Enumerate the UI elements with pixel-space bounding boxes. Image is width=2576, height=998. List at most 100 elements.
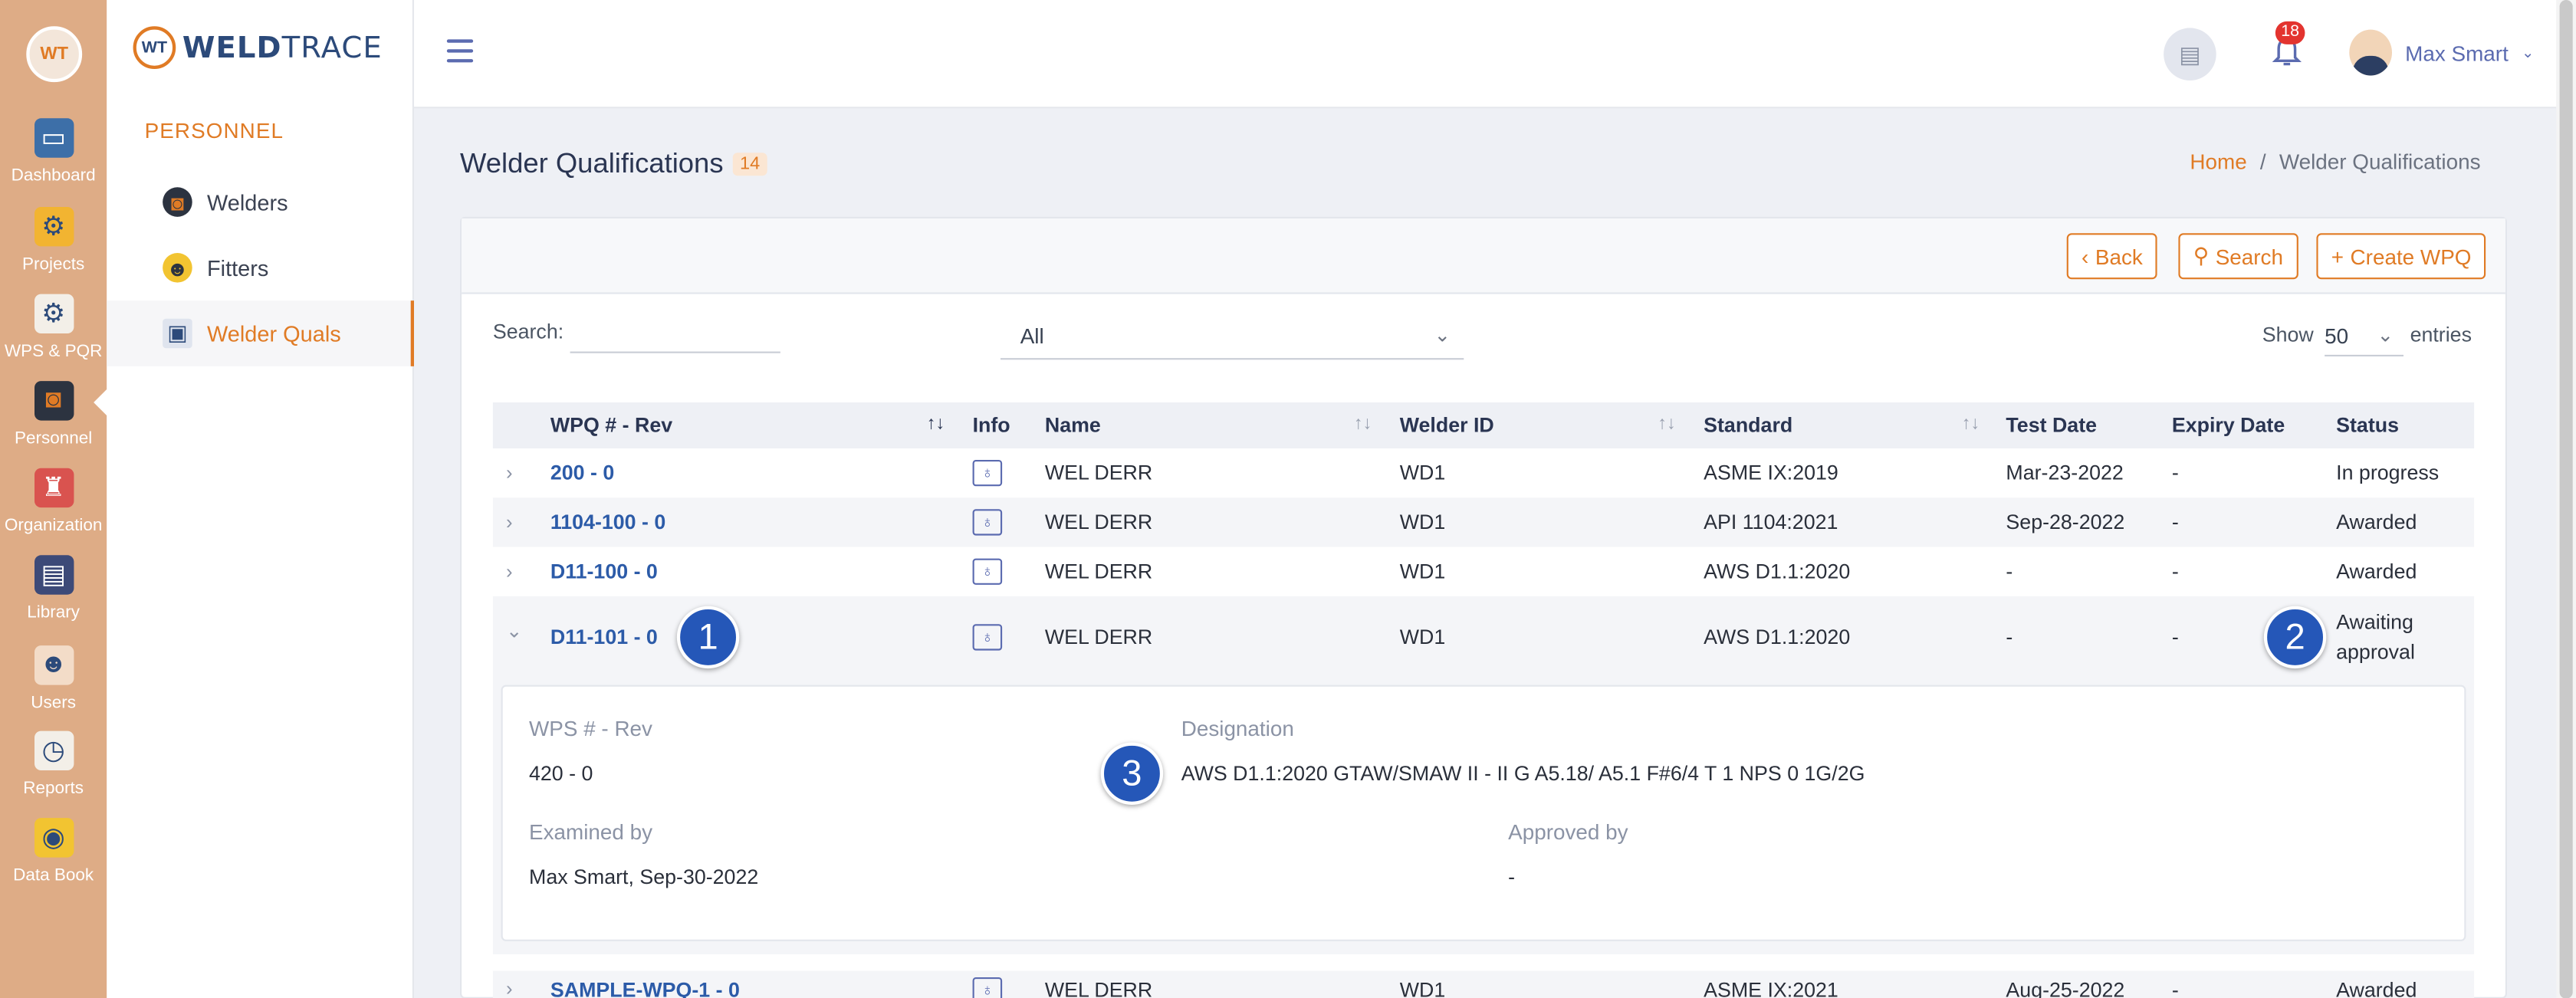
rail-item-label: Organization <box>4 515 103 536</box>
bell-icon[interactable]: 18 <box>2272 21 2305 77</box>
brand-mark: WT <box>133 26 176 69</box>
rail-item-reports[interactable]: ◷ Reports <box>0 730 107 813</box>
app-logo[interactable]: WT <box>26 26 83 83</box>
rail-item-label: Users <box>31 693 77 713</box>
create-wpq-button[interactable]: + Create WPQ <box>2316 233 2486 280</box>
user-name: Max Smart <box>2405 40 2509 65</box>
wpq-link[interactable]: 1104-100 - 0 <box>550 510 665 533</box>
welder-name: WEL DERR <box>1044 510 1153 534</box>
status-filter-select[interactable]: All ⌄ <box>1001 314 1464 360</box>
rail-item-personnel[interactable]: ◙ Personnel <box>0 381 107 463</box>
book-icon[interactable]: ▤ <box>2164 28 2216 80</box>
test-date: - <box>2006 560 2013 583</box>
breadcrumb-separator: / <box>2259 149 2266 175</box>
breadcrumb-current: Welder Qualifications <box>2279 149 2481 175</box>
status-line-1: Awaiting <box>2336 611 2413 635</box>
chevron-down-icon: ⌄ <box>1434 323 1451 347</box>
nav-item-label: Fitters <box>207 255 269 281</box>
welder-id: WD1 <box>1399 979 1446 998</box>
rail-item-wps-pqr[interactable]: ⚙ WPS & PQR <box>0 294 107 376</box>
table-row[interactable]: › 200 - 0 ♁ WEL DERR WD1 ASME IX:2019 Ma… <box>493 448 2474 497</box>
test-date: - <box>2006 625 2013 649</box>
expiry-date: - <box>2171 510 2179 534</box>
menu-toggle-icon[interactable] <box>446 39 474 63</box>
welder-name: WEL DERR <box>1044 461 1153 485</box>
nav-item-label: Welder Quals <box>207 320 341 346</box>
nav-item-label: Welders <box>207 189 288 215</box>
sort-icon[interactable]: ↑↓ <box>1354 414 1372 434</box>
icon-rail: WT ▭ Dashboard ⚙ Projects ⚙ WPS & PQR ◙ … <box>0 0 109 998</box>
chevron-right-icon[interactable]: › <box>506 977 513 998</box>
rail-item-library[interactable]: ▤ Library <box>0 555 107 637</box>
page-title: Welder Qualifications 14 <box>460 148 767 181</box>
rail-item-projects[interactable]: ⚙ Projects <box>0 207 107 289</box>
brand-weld: WELD <box>182 30 282 65</box>
col-welder-id[interactable]: Welder ID <box>1400 414 1494 437</box>
welder-name: WEL DERR <box>1044 979 1153 998</box>
nav-item-welder-quals[interactable]: ▣ Welder Quals <box>107 300 414 366</box>
section-title: PERSONNEL <box>144 118 284 143</box>
sort-asc-icon[interactable]: ↑↓ <box>927 414 945 434</box>
welder-icon: ◙ <box>163 187 192 217</box>
brand-logo[interactable]: WT WELD TRACE <box>133 26 383 69</box>
back-button[interactable]: ‹ Back <box>2066 233 2158 280</box>
annotation-marker-1: 1 <box>676 606 740 669</box>
chevron-right-icon[interactable]: › <box>506 560 513 583</box>
expiry-date: - <box>2171 625 2179 649</box>
approved-label: Approved by <box>1508 819 1628 845</box>
info-icon[interactable]: ♁ <box>972 509 1003 536</box>
status: Awarded <box>2336 979 2417 998</box>
page-size-select[interactable]: 50 ⌄ <box>2325 314 2404 356</box>
rail-item-dashboard[interactable]: ▭ Dashboard <box>0 118 107 200</box>
nav-item-fitters[interactable]: ☻ Fitters <box>107 235 414 300</box>
table-row[interactable]: › SAMPLE-WPQ-1 - 0 ♁ WEL DERR WD1 ASME I… <box>492 970 2475 998</box>
chevron-down-icon: ⌄ <box>2521 43 2535 61</box>
col-wpq[interactable]: WPQ # - Rev <box>550 414 672 437</box>
table-row[interactable]: › 1104-100 - 0 ♁ WEL DERR WD1 API 1104:2… <box>492 497 2475 547</box>
rail-item-data-book[interactable]: ◉ Data Book <box>0 818 107 900</box>
secondary-nav: WT WELD TRACE PERSONNEL ◙ Welders ☻ Fitt… <box>107 0 414 998</box>
rail-item-label: Data Book <box>13 865 94 885</box>
info-icon[interactable]: ♁ <box>972 977 1003 998</box>
rail-item-users[interactable]: ☻ Users <box>0 645 107 727</box>
col-expiry-date[interactable]: Expiry Date <box>2172 414 2285 437</box>
col-standard[interactable]: Standard <box>1704 414 1792 437</box>
col-name[interactable]: Name <box>1045 414 1101 437</box>
sort-icon[interactable]: ↑↓ <box>1658 414 1676 434</box>
search-input[interactable] <box>570 317 780 353</box>
folder-gear-icon: ⚙ <box>33 207 74 247</box>
rail-item-organization[interactable]: ♜ Organization <box>0 468 107 550</box>
wpq-link[interactable]: D11-101 - 0 <box>550 625 658 648</box>
info-icon[interactable]: ♁ <box>972 460 1003 487</box>
chevron-right-icon[interactable]: › <box>506 510 513 533</box>
report-clock-icon: ◷ <box>33 730 74 770</box>
breadcrumb-home[interactable]: Home <box>2190 149 2246 174</box>
chevron-down-icon[interactable]: ⌄ <box>506 619 523 642</box>
chevron-right-icon[interactable]: › <box>506 461 513 484</box>
search-button[interactable]: ⚲ Search <box>2178 233 2298 280</box>
standard: AWS D1.1:2020 <box>1704 560 1851 583</box>
approved-value: - <box>1508 865 1516 889</box>
record-count-badge: 14 <box>733 153 767 176</box>
col-status[interactable]: Status <box>2336 414 2399 437</box>
standard: API 1104:2021 <box>1704 510 1838 534</box>
wpq-link[interactable]: D11-100 - 0 <box>550 560 658 583</box>
rail-item-label: Dashboard <box>11 166 96 186</box>
wpq-link[interactable]: SAMPLE-WPQ-1 - 0 <box>550 979 740 998</box>
test-date: Mar-23-2022 <box>2006 461 2124 485</box>
status: Awarded <box>2336 560 2417 583</box>
data-book-icon: ◉ <box>33 818 74 858</box>
info-icon[interactable]: ♁ <box>972 624 1003 651</box>
nav-item-welders[interactable]: ◙ Welders <box>107 169 414 235</box>
table-row[interactable]: › D11-100 - 0 ♁ WEL DERR WD1 AWS D1.1:20… <box>493 547 2474 596</box>
status-line-2: approval <box>2336 640 2415 664</box>
wpq-link[interactable]: 200 - 0 <box>550 461 614 484</box>
info-icon[interactable]: ♁ <box>972 558 1003 585</box>
user-menu[interactable]: Max Smart ⌄ <box>2349 29 2535 76</box>
welder-name: WEL DERR <box>1044 560 1153 583</box>
search-icon: ⚲ <box>2193 243 2210 268</box>
rail-item-label: Personnel <box>14 428 93 448</box>
col-test-date[interactable]: Test Date <box>2006 414 2097 437</box>
page-scrollbar[interactable] <box>2556 0 2576 998</box>
sort-icon[interactable]: ↑↓ <box>1962 414 1980 434</box>
